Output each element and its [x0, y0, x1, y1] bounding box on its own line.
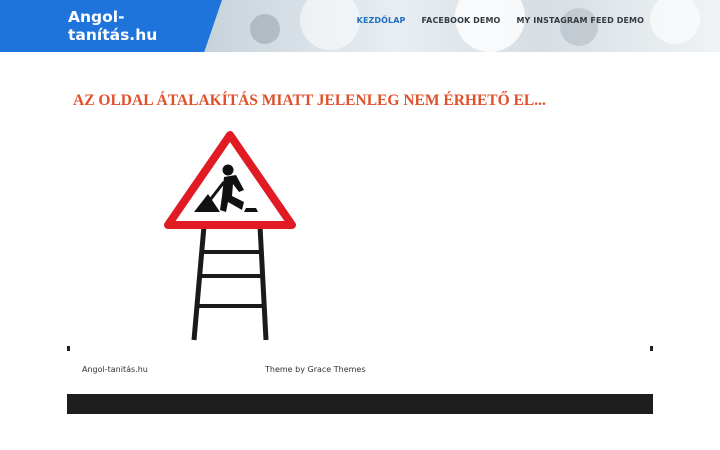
site-header: Angol-tanítás.hu KEZDŐLAP FACEBOOK DEMO …	[0, 0, 720, 52]
header-bokeh	[250, 14, 280, 44]
road-work-sign-image	[164, 131, 296, 341]
header-bokeh	[300, 0, 360, 50]
footer-corner	[67, 346, 70, 351]
maintenance-notice: AZ OLDAL ÁTALAKÍTÁS MIATT JELENLEG NEM É…	[73, 92, 546, 109]
header-bokeh	[455, 0, 525, 52]
footer-theme-credit[interactable]: Theme by Grace Themes	[265, 365, 366, 374]
main-nav: KEZDŐLAP FACEBOOK DEMO MY INSTAGRAM FEED…	[341, 16, 644, 25]
nav-item-kezdolap[interactable]: KEZDŐLAP	[357, 16, 406, 25]
header-bokeh	[560, 8, 598, 46]
footer-site-name: Angol-tanitás.hu	[82, 365, 148, 374]
nav-item-instagram-feed-demo[interactable]: MY INSTAGRAM FEED DEMO	[516, 16, 644, 25]
footer-corner	[650, 346, 653, 351]
site-logo[interactable]: Angol-tanítás.hu	[68, 8, 198, 44]
header-bokeh	[650, 0, 700, 44]
site-footer: Angol-tanitás.hu Theme by Grace Themes	[67, 346, 653, 394]
footer-bottom-bar	[67, 394, 653, 414]
sign-stand	[191, 225, 269, 341]
nav-item-facebook-demo[interactable]: FACEBOOK DEMO	[422, 16, 501, 25]
